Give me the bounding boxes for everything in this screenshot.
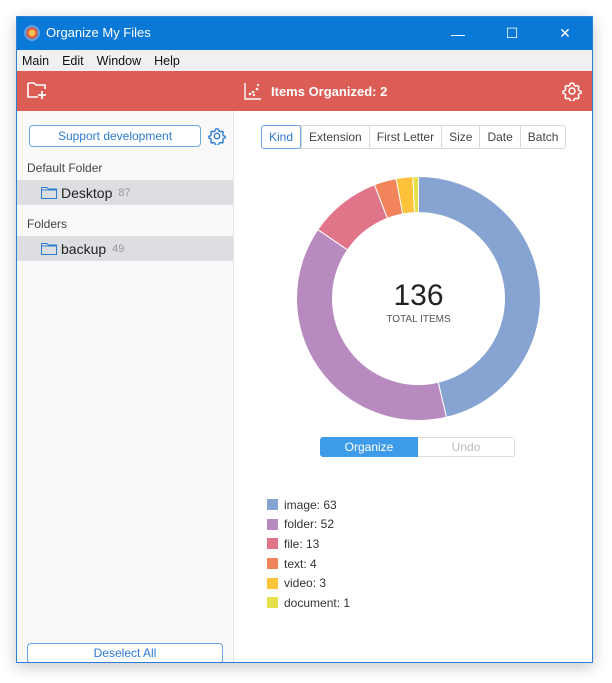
legend-item-folder[interactable]: folder: 52 (267, 515, 350, 535)
app-window: Organize My Files — ☐ ✕ Main Edit Window… (16, 16, 593, 663)
folder-icon (41, 242, 57, 255)
legend-label: file: 13 (284, 536, 320, 551)
default-folder-label: Default Folder (27, 161, 103, 175)
legend-label: video: 3 (284, 576, 327, 591)
support-development-button[interactable]: Support development (29, 125, 201, 147)
toolbar: Items Organized: 2 (17, 71, 592, 111)
legend-label: folder: 52 (284, 517, 335, 532)
legend-label: document: 1 (284, 595, 351, 610)
donut-slice-folder[interactable] (296, 228, 448, 421)
total-items-label: TOTAL ITEMS (386, 314, 451, 325)
legend-label: text: 4 (284, 556, 317, 571)
chart-legend: image: 63 folder: 52 file: 13 text: 4 video:… (267, 495, 350, 613)
app-logo-icon (24, 25, 40, 41)
donut-chart (296, 175, 541, 421)
legend-item-document[interactable]: document: 1 (267, 593, 350, 613)
menu-main[interactable]: Main (17, 54, 56, 68)
undo-button[interactable]: Undo (418, 437, 515, 457)
action-buttons: Organize Undo (320, 437, 515, 457)
main-panel: Kind Extension First Letter Size Date Ba… (234, 111, 592, 662)
legend-label: image: 63 (284, 497, 337, 512)
menu-bar: Main Edit Window Help (17, 50, 592, 71)
legend-swatch (267, 499, 278, 511)
add-folder-icon[interactable] (26, 80, 48, 100)
legend-swatch (267, 518, 278, 530)
window-title: Organize My Files (46, 25, 151, 40)
maximize-button[interactable]: ☐ (489, 17, 535, 50)
legend-swatch (267, 538, 278, 550)
legend-item-file[interactable]: file: 13 (267, 534, 350, 554)
legend-swatch (267, 558, 278, 570)
folder-item-desktop[interactable]: Desktop 87 (17, 180, 233, 205)
sidebar-settings-gear-icon[interactable] (208, 127, 226, 145)
folder-name: backup (61, 240, 107, 257)
folder-name: Desktop (61, 184, 113, 201)
legend-swatch (267, 597, 278, 609)
folder-icon (41, 186, 57, 199)
minimize-button[interactable]: — (435, 17, 481, 50)
legend-swatch (267, 577, 278, 589)
menu-help[interactable]: Help (148, 54, 187, 68)
legend-item-image[interactable]: image: 63 (267, 495, 350, 515)
folder-count: 87 (118, 186, 131, 199)
close-button[interactable]: ✕ (542, 17, 588, 50)
menu-edit[interactable]: Edit (56, 54, 91, 68)
items-organized-label: Items Organized: 2 (271, 83, 388, 99)
title-bar[interactable]: Organize My Files — ☐ ✕ (17, 17, 592, 50)
sidebar: Support development Default Folder Deskt… (17, 111, 234, 662)
legend-item-text[interactable]: text: 4 (267, 554, 350, 574)
legend-item-video[interactable]: video: 3 (267, 573, 350, 593)
settings-gear-icon[interactable] (562, 81, 582, 101)
total-items-value: 136 (393, 279, 444, 312)
folder-item-backup[interactable]: backup 49 (17, 236, 233, 261)
folder-count: 49 (112, 242, 125, 255)
chart-icon (244, 83, 261, 100)
deselect-all-button[interactable]: Deselect All (27, 643, 223, 662)
menu-window[interactable]: Window (91, 54, 148, 68)
organize-button[interactable]: Organize (320, 437, 418, 457)
folders-label: Folders (27, 217, 68, 231)
